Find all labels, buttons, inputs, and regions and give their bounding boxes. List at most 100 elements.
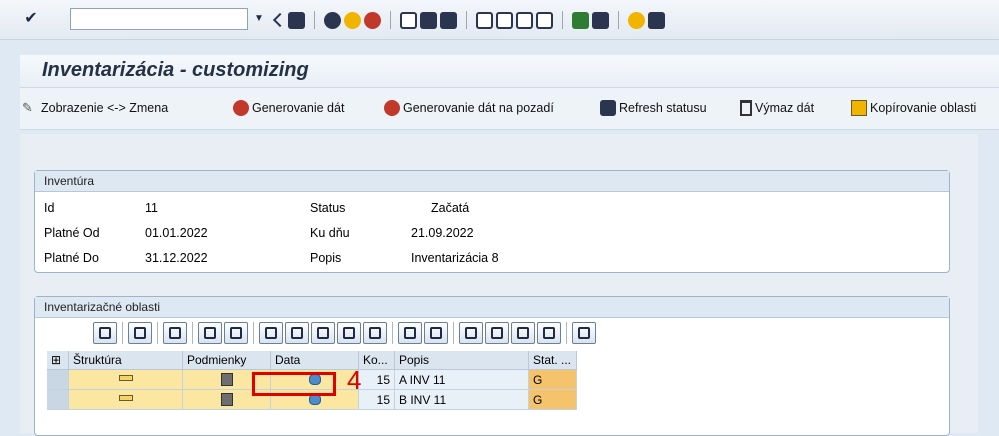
struktura-cell[interactable] [69,390,183,410]
popis-cell: B INV 11 [395,390,529,410]
separator [390,11,391,29]
check-icon[interactable]: ✔ [22,10,40,28]
back-icon[interactable] [324,11,341,29]
separator [618,11,619,29]
content-area: Inventúra Id 11 Status Začatá Platné Od … [20,134,978,436]
separator [392,322,393,344]
refresh-icon[interactable] [128,322,152,344]
display-change-button[interactable]: ✎ Zobrazenie <-> Zmena [22,98,168,118]
status-value: Začatá [431,201,470,215]
inventura-group: Inventúra Id 11 Status Začatá Platné Od … [34,170,950,273]
generate-data-label: Generovanie dát [252,101,345,115]
copy-icon [851,100,867,116]
separator [253,322,254,344]
sort-descending-icon[interactable] [285,322,309,344]
save-icon[interactable] [288,11,305,29]
valid-from-value: 01.01.2022 [145,226,208,240]
subtotal-icon[interactable] [424,322,448,344]
execute-icon [233,100,249,116]
find-icon[interactable] [420,11,437,29]
structure-icon [118,395,133,401]
shortcut-icon[interactable] [592,11,609,29]
separator [314,11,315,29]
generate-data-button[interactable]: Generovanie dát [233,98,344,118]
description-label: Popis [310,251,342,265]
refresh-status-button[interactable]: Refresh statusu [600,98,707,118]
popis-cell: A INV 11 [395,370,529,390]
status-label: Status [310,201,346,215]
col-popis[interactable]: Popis [395,351,529,370]
find-icon[interactable] [311,322,335,344]
new-session-icon[interactable] [572,11,589,29]
dropdown-icon[interactable]: ▼ [251,8,267,30]
back-arrow-icon[interactable] [272,12,288,28]
insert-row-icon[interactable] [198,322,222,344]
description-value: Inventarizácia 8 [411,251,499,265]
generate-background-button[interactable]: Generovanie dát na pozadí [384,98,554,118]
views-icon[interactable] [485,322,509,344]
layout-icon[interactable] [537,322,561,344]
separator [157,322,158,344]
stat-cell: G [529,370,577,390]
find-next-icon[interactable] [440,11,457,29]
exit-icon[interactable] [344,11,361,29]
ko-cell: 15 [359,390,395,410]
refresh-status-label: Refresh statusu [619,101,707,115]
first-page-icon[interactable] [476,11,493,29]
background-execute-icon [384,100,400,116]
conditions-icon [220,393,233,406]
delete-row-icon[interactable] [224,322,248,344]
system-toolbar: ✔ ▼ [0,0,999,40]
info-icon[interactable] [572,322,596,344]
row-selector[interactable] [47,370,69,390]
id-value: 11 [145,201,158,215]
filter-icon[interactable] [363,322,387,344]
title-bar: Inventarizácia - customizing [20,55,999,88]
stat-cell: G [529,390,577,410]
application-toolbar: ✎ Zobrazenie <-> Zmena Generovanie dát G… [20,88,999,130]
print-icon[interactable] [400,11,417,29]
col-stat[interactable]: Stat. ... [529,351,577,370]
next-page-icon[interactable] [516,11,533,29]
separator [466,11,467,29]
day-label: Ku dňu [310,226,350,240]
struktura-cell[interactable] [69,370,183,390]
print-icon[interactable] [459,322,483,344]
col-ko[interactable]: Ko... [359,351,395,370]
find-next-icon[interactable] [337,322,361,344]
conditions-icon [220,373,233,386]
oblasti-group: Inventarizačné oblasti ⊞ Štruktúra Podmi… [34,296,950,436]
row-selector[interactable] [47,390,69,410]
id-label: Id [44,201,55,215]
system-icons [272,9,665,31]
layout-icon[interactable] [648,11,665,29]
page-title: Inventarizácia - customizing [42,59,309,81]
valid-to-value: 31.12.2022 [145,251,208,265]
sum-icon[interactable] [398,322,422,344]
col-data[interactable]: Data [271,351,359,370]
copy-area-label: Kopírovanie oblasti [870,101,977,115]
sort-ascending-icon[interactable] [259,322,283,344]
last-page-icon[interactable] [536,11,553,29]
separator [122,322,123,344]
copy-area-button[interactable]: Kopírovanie oblasti [851,98,976,118]
pencil-glasses-icon: ✎ [22,100,33,115]
export-icon[interactable] [511,322,535,344]
col-struktura[interactable]: Štruktúra [69,351,183,370]
paste-icon[interactable] [163,322,187,344]
command-field[interactable] [70,8,248,30]
separator [453,322,454,344]
trash-icon [740,100,752,116]
delete-data-button[interactable]: Výmaz dát [740,98,814,118]
step-number-annotation: 4 [347,365,362,395]
separator [192,322,193,344]
valid-to-label: Platné Do [44,251,99,265]
valid-from-label: Platné Od [44,226,100,240]
details-icon[interactable] [93,322,117,344]
cancel-icon[interactable] [364,11,381,29]
table-settings-icon[interactable]: ⊞ [47,351,69,370]
col-podmienky[interactable]: Podmienky [183,351,271,370]
help-icon[interactable] [628,11,645,29]
previous-page-icon[interactable] [496,11,513,29]
generate-background-label: Generovanie dát na pozadí [403,101,554,115]
